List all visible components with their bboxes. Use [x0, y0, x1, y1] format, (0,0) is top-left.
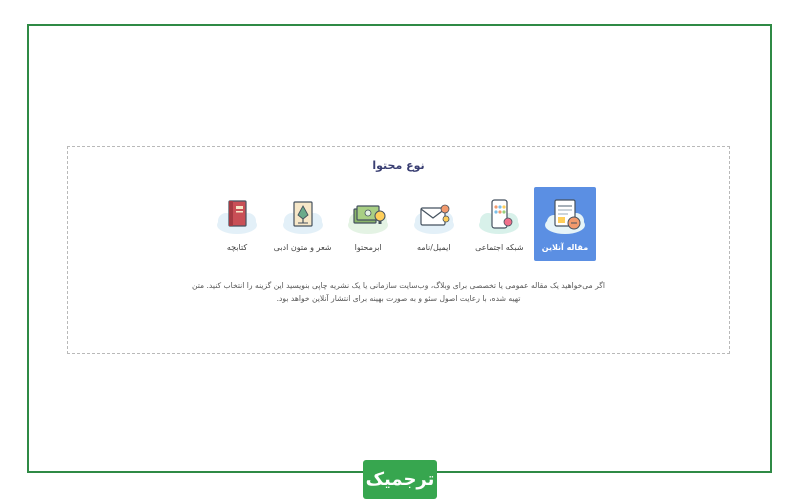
option-label: ابرمحتوا [354, 243, 382, 252]
option-booklet[interactable]: کتابچه [206, 187, 268, 261]
brand-logo: ترجمیک [363, 460, 437, 499]
description-line: تهیه شده، با رعایت اصول سئو و به صورت به… [276, 294, 521, 303]
option-label: شبکه اجتماعی [475, 243, 524, 252]
option-poetry-literary[interactable]: شعر و متون ادبی [272, 187, 334, 261]
article-document-icon [544, 199, 585, 234]
option-online-article[interactable]: مقاله آنلاین [533, 187, 596, 261]
option-label: کتابچه [226, 243, 248, 252]
option-label: مقاله آنلاین [541, 243, 589, 252]
brand-logo-text: ترجمیک [365, 469, 435, 490]
content-type-panel: نوع محتوا مقاله آنلاین شبکه اجتماعی ایمی… [67, 146, 730, 354]
content-type-options: مقاله آنلاین شبکه اجتماعی ایمیل/نامه ابر… [206, 187, 596, 261]
email-envelope-icon [413, 204, 454, 234]
money-lightbulb-icon [348, 205, 389, 234]
option-label: ایمیل/نامه [417, 243, 451, 252]
description-line: اگر می‌خواهید یک مقاله عمومی یا تخصصی بر… [191, 281, 606, 290]
option-description: اگر می‌خواهید یک مقاله عمومی یا تخصصی بر… [168, 279, 629, 305]
option-email-letter[interactable]: ایمیل/نامه [403, 187, 465, 261]
booklet-icon [217, 200, 257, 234]
poetry-quill-icon [282, 201, 323, 234]
panel-title: نوع محتوا [372, 159, 425, 172]
option-mega-content[interactable]: ابرمحتوا [337, 187, 399, 261]
mobile-social-icon [479, 199, 520, 234]
option-social-network[interactable]: شبکه اجتماعی [468, 187, 530, 261]
option-label: شعر و متون ادبی [273, 243, 332, 252]
